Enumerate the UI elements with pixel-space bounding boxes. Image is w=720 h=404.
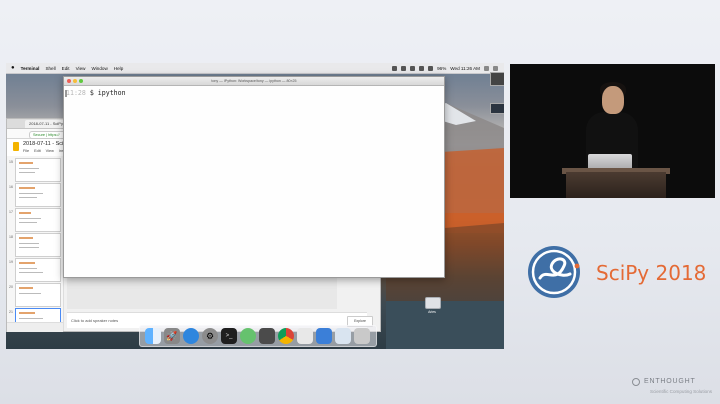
menu-view[interactable]: View xyxy=(76,66,86,71)
folder-icon[interactable] xyxy=(297,328,313,344)
prompt-time: 11:28 xyxy=(66,89,86,97)
slides-bottom-bar xyxy=(7,322,63,332)
downloads-icon[interactable] xyxy=(335,328,351,344)
chrome-icon[interactable] xyxy=(278,328,294,344)
thumb-number: 19 xyxy=(9,260,13,264)
wifi-icon[interactable] xyxy=(419,65,425,71)
terminal-window[interactable]: tony — IPython: Workspace/tony — ipython… xyxy=(63,76,445,278)
sponsor-tagline: Scientific Computing Solutions xyxy=(650,389,713,394)
apple-icon[interactable]: ● xyxy=(11,65,15,71)
terminal-title: tony — IPython: Workspace/tony — ipython… xyxy=(211,79,297,83)
slides-app-icon[interactable] xyxy=(13,142,19,151)
menu-terminal[interactable]: Terminal xyxy=(21,66,40,71)
enthought-logo-icon xyxy=(632,378,640,386)
slide-thumbnail[interactable] xyxy=(15,258,61,282)
speaker-video xyxy=(510,64,715,198)
maximize-icon[interactable] xyxy=(79,79,83,83)
hard-drive-icon[interactable] xyxy=(425,297,441,309)
slide-thumbnails: 15 16 17 18 19 20 21 xyxy=(7,156,64,332)
slide-thumbnail[interactable] xyxy=(15,233,61,257)
slide-thumbnail[interactable] xyxy=(15,208,61,232)
battery-percent[interactable]: 96% xyxy=(437,66,446,71)
thumb-number: 17 xyxy=(9,210,13,214)
minimize-icon[interactable] xyxy=(73,79,77,83)
doc-menu-view[interactable]: View xyxy=(46,149,54,153)
finder-icon[interactable] xyxy=(145,328,161,344)
conference-title: SciPy 2018 xyxy=(596,261,707,285)
desktop-screenshot-thumbnail[interactable] xyxy=(490,72,504,86)
thumb-number: 15 xyxy=(9,160,13,164)
status-icon[interactable] xyxy=(392,65,398,71)
safari-icon[interactable] xyxy=(183,328,199,344)
hard-drive-label[interactable]: Aries xyxy=(420,310,444,314)
thumb-number: 20 xyxy=(9,285,13,289)
slide-thumbnail[interactable] xyxy=(15,283,61,307)
launchpad-icon[interactable]: 🚀 xyxy=(164,328,180,344)
document-menu: File Edit View Ins xyxy=(23,149,64,153)
desktop-file-thumbnail[interactable] xyxy=(490,103,504,114)
terminal-icon[interactable]: >_ xyxy=(221,328,237,344)
doc-menu-edit[interactable]: Edit xyxy=(34,149,41,153)
menu-help[interactable]: Help xyxy=(114,66,123,71)
mac-dock: 🚀 ⚙ >_ xyxy=(139,325,377,347)
menubar-status: 96% Wed 11:26 AM xyxy=(392,65,498,71)
slide-thumbnail[interactable] xyxy=(15,183,61,207)
thumb-number: 16 xyxy=(9,185,13,189)
search-icon[interactable] xyxy=(484,65,489,71)
menubar-clock[interactable]: Wed 11:26 AM xyxy=(450,66,480,71)
terminal-command: $ ipython xyxy=(89,89,126,97)
mac-menubar: ● Terminal Shell Edit View Window Help 9… xyxy=(6,63,504,74)
system-preferences-icon[interactable]: ⚙ xyxy=(202,328,218,344)
shared-screen: ● Terminal Shell Edit View Window Help 9… xyxy=(6,63,504,349)
status-icon[interactable] xyxy=(401,65,407,71)
menu-list-icon[interactable] xyxy=(493,65,498,71)
terminal-titlebar[interactable]: tony — IPython: Workspace/tony — ipython… xyxy=(64,77,444,86)
close-icon[interactable] xyxy=(67,79,71,83)
menu-window[interactable]: Window xyxy=(91,66,107,71)
sponsor-name: ENTHOUGHT xyxy=(644,378,696,385)
speaker-head xyxy=(602,86,624,114)
sublime-icon[interactable] xyxy=(259,328,275,344)
slide-thumbnail[interactable] xyxy=(15,158,61,182)
terminal-cursor xyxy=(65,90,67,97)
trash-icon[interactable] xyxy=(354,328,370,344)
scipy-logo-icon xyxy=(528,246,580,298)
podium xyxy=(566,172,666,198)
thumb-number: 18 xyxy=(9,235,13,239)
status-icon[interactable] xyxy=(410,65,416,71)
thumb-number: 21 xyxy=(9,310,13,314)
documents-icon[interactable] xyxy=(316,328,332,344)
menu-shell[interactable]: Shell xyxy=(45,66,55,71)
atom-icon[interactable] xyxy=(240,328,256,344)
terminal-content[interactable]: 11:28 $ ipython xyxy=(64,86,444,100)
doc-menu-file[interactable]: File xyxy=(23,149,29,153)
menu-edit[interactable]: Edit xyxy=(62,66,70,71)
volume-icon[interactable] xyxy=(428,65,434,71)
